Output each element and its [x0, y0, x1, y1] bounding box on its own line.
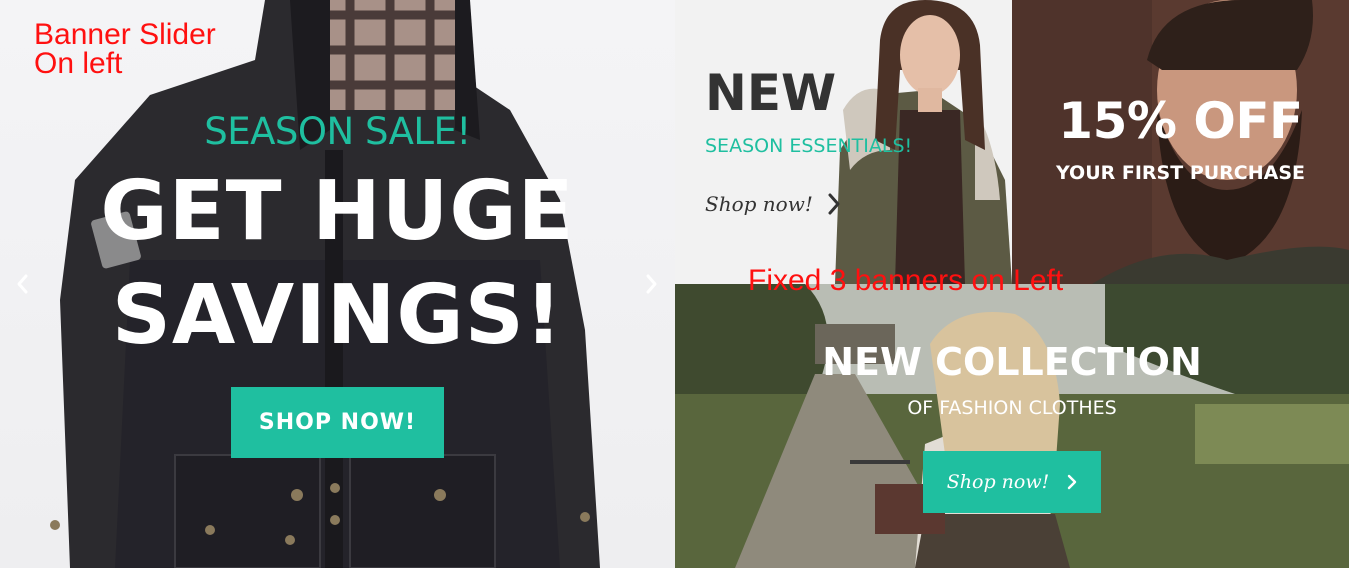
banner-new-shop-label: Shop now!	[705, 192, 813, 216]
banner-collection-title: NEW COLLECTION	[822, 340, 1202, 384]
slide-title-line1: GET HUGE	[100, 164, 575, 259]
banner-new-shop-link[interactable]: Shop now!	[705, 192, 841, 216]
banner-new-subtitle: SEASON ESSENTIALS!	[705, 135, 913, 157]
shop-now-button[interactable]: SHOP NOW!	[231, 387, 444, 458]
chevron-right-icon	[646, 274, 657, 294]
slide-eyebrow: SEASON SALE!	[204, 110, 471, 153]
banner-discount[interactable]: 15% OFF YOUR FIRST PURCHASE	[1012, 0, 1349, 284]
chevron-right-icon	[1068, 474, 1077, 490]
banner-collection-shop-label: Shop now!	[946, 471, 1050, 493]
slider-annotation: Banner Slider On left	[34, 18, 216, 80]
banner-new-collection[interactable]: NEW COLLECTION OF FASHION CLOTHES Shop n…	[675, 284, 1349, 568]
banners-annotation: Fixed 3 banners on Left	[748, 264, 1064, 297]
slider-annotation-line1: Banner Slider	[34, 18, 216, 51]
banner-new-title: NEW	[705, 64, 837, 122]
banner-discount-subtitle: YOUR FIRST PURCHASE	[1055, 162, 1306, 184]
chevron-right-icon	[828, 193, 840, 215]
chevron-left-icon	[17, 274, 28, 294]
banner-collection-subtitle: OF FASHION CLOTHES	[907, 397, 1117, 419]
slide-title: GET HUGE SAVINGS!	[0, 160, 675, 368]
banner-discount-title: 15% OFF	[1058, 92, 1303, 150]
banner-new-season[interactable]: NEW SEASON ESSENTIALS! Shop now!	[675, 0, 1012, 284]
banner-slider: Banner Slider On left SEASON SALE! GET H…	[0, 0, 675, 568]
slide-title-line2: SAVINGS!	[111, 268, 564, 363]
slider-prev-button[interactable]	[9, 270, 35, 298]
slider-next-button[interactable]	[639, 270, 665, 298]
cyclist-path-image	[675, 284, 1349, 568]
slider-annotation-line2: On left	[34, 47, 123, 80]
banner-collection-shop-button[interactable]: Shop now!	[923, 451, 1101, 513]
